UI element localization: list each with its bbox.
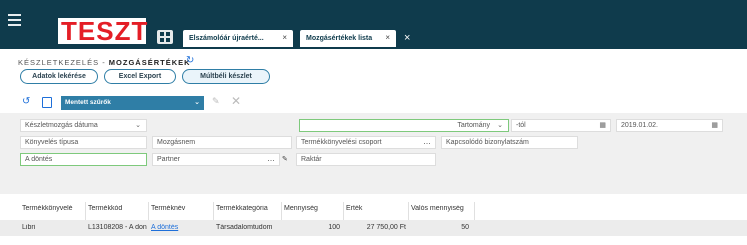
close-all-tabs-icon[interactable]: × (404, 30, 410, 46)
column-header[interactable]: Valós mennyiség (411, 205, 474, 212)
data-query-button[interactable]: Adatok lekérése (20, 69, 98, 84)
table-cell: Társadalomtudom (216, 224, 273, 231)
historical-stock-button[interactable]: Múltbéli készlet (182, 69, 270, 84)
table-cell: L13108208 - A don (88, 224, 147, 231)
calendar-icon[interactable]: ▦ (711, 120, 718, 131)
breadcrumb-parent: KÉSZLETKEZELÉS - (18, 58, 109, 67)
reset-filter-icon[interactable]: ↺ (22, 96, 30, 107)
product-link[interactable]: A döntés (151, 224, 211, 231)
ledger-group-placeholder: Termékkönyvelési csoport (301, 139, 382, 146)
movement-type-input[interactable]: Mozgásnem (152, 136, 292, 149)
column-header[interactable]: Termékkód (88, 205, 148, 212)
column-header[interactable]: Termékkönyvelé (22, 205, 84, 212)
date-field-select[interactable]: Készletmozgás dátuma ⌄ (20, 119, 147, 132)
logo: TESZT (61, 16, 149, 46)
close-icon[interactable]: × (385, 33, 390, 42)
chevron-down-icon: ⌄ (135, 122, 141, 129)
date-to-input[interactable]: 2019.01.02. ▦ (616, 119, 723, 132)
close-icon[interactable]: ✕ (231, 94, 241, 108)
ledger-type-input[interactable]: Könyvelés típusa (20, 136, 147, 149)
warehouse-input[interactable]: Raktár (296, 153, 436, 166)
date-to-value: 2019.01.02. (621, 122, 658, 129)
column-header[interactable]: Mennyiség (284, 205, 340, 212)
column-header[interactable]: Termékkategória (216, 205, 281, 212)
warehouse-placeholder: Raktár (301, 156, 322, 163)
page-title: MOZGÁSÉRTÉKEK (108, 58, 191, 67)
table-cell: 100 (328, 224, 340, 231)
menu-icon[interactable] (8, 14, 21, 26)
tab-revaluation[interactable]: Elszámolóár újraérté... × (183, 30, 293, 47)
partner-placeholder: Partner (157, 156, 180, 163)
table-cell: Libri (22, 224, 36, 231)
tab-movement-values[interactable]: Mozgásértékek lista × (300, 30, 396, 47)
product-value: A döntés (25, 156, 53, 163)
saved-filters-select[interactable]: Mentett szűrők ⌄ (61, 96, 204, 110)
date-field-value: Készletmozgás dátuma (25, 122, 98, 129)
related-doc-input[interactable]: Kapcsolódó bizonylatszám (441, 136, 578, 149)
lookup-icon[interactable]: … (423, 136, 431, 147)
ledger-type-placeholder: Könyvelés típusa (25, 139, 79, 146)
date-from-placeholder: -tól (516, 122, 526, 129)
lookup-icon[interactable]: … (267, 153, 275, 164)
close-icon[interactable]: × (282, 33, 287, 42)
column-header[interactable]: Érték (346, 205, 406, 212)
column-header[interactable]: Terméknév (151, 205, 211, 212)
refresh-icon[interactable]: ↻ (186, 55, 194, 66)
movement-type-placeholder: Mozgásnem (157, 139, 196, 146)
calendar-icon[interactable]: ▦ (599, 120, 606, 131)
apps-grid-icon[interactable] (157, 30, 173, 44)
tab-label: Mozgásértékek lista (306, 35, 373, 42)
excel-export-button[interactable]: Excel Export (104, 69, 176, 84)
table-cell: 27 750,00 Ft (366, 224, 406, 231)
product-input[interactable]: A döntés (20, 153, 147, 166)
chevron-down-icon: ⌄ (497, 122, 503, 129)
partner-input[interactable]: Partner … (152, 153, 280, 166)
chevron-down-icon: ⌄ (194, 99, 200, 106)
saved-filters-label: Mentett szűrők (65, 99, 111, 106)
date-from-input[interactable]: -tól ▦ (511, 119, 611, 132)
edit-icon[interactable]: ✎ (212, 96, 220, 107)
breadcrumb: KÉSZLETKEZELÉS - MOZGÁSÉRTÉKEK (18, 58, 191, 67)
range-value: Tartomány (457, 122, 490, 129)
related-doc-placeholder: Kapcsolódó bizonylatszám (446, 139, 529, 146)
table-cell: 50 (461, 224, 469, 231)
edit-partner-icon[interactable]: ✎ (282, 155, 288, 163)
range-select[interactable]: Tartomány ⌄ (299, 119, 509, 132)
tab-label: Elszámolóár újraérté... (189, 35, 264, 42)
save-filter-icon[interactable] (42, 97, 52, 108)
ledger-group-input[interactable]: Termékkönyvelési csoport … (296, 136, 436, 149)
